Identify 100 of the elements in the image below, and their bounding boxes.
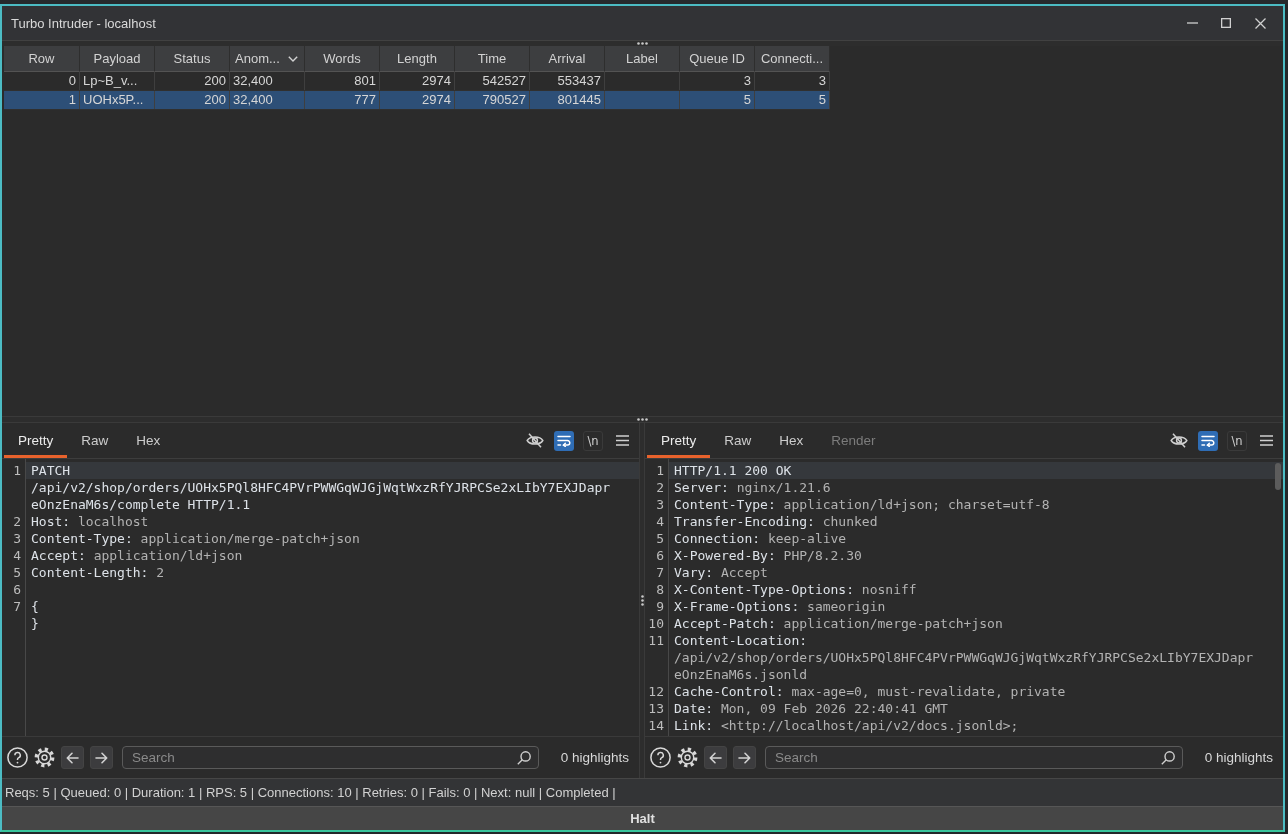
column-header[interactable]: Anom... (230, 46, 305, 72)
line-number: 2 (12, 513, 22, 530)
arrow-left-icon (709, 751, 722, 764)
editor-tab[interactable]: Pretty (4, 423, 68, 458)
column-header[interactable]: Status (155, 46, 230, 72)
search-field[interactable]: Search (122, 746, 539, 769)
table-row[interactable]: 1 UOHx5P... 200 32,400 777 2974 790527 801445 5 5 (4, 91, 830, 110)
halt-button[interactable]: Halt (2, 806, 1283, 830)
wrap-lines-icon (557, 434, 571, 447)
code-line: Vary: Accept (673, 564, 769, 581)
table-cell: 801445 (530, 91, 605, 109)
line-number: 7 (655, 564, 665, 581)
forward-button[interactable] (90, 746, 113, 769)
editor-tab[interactable]: Hex (122, 423, 175, 458)
column-header[interactable]: Queue ID (680, 46, 755, 72)
forward-button[interactable] (733, 746, 756, 769)
table-cell: 790527 (455, 91, 530, 109)
visibility-toggle[interactable] (525, 430, 545, 451)
settings-button[interactable] (34, 747, 55, 768)
wrap-toggle[interactable] (554, 430, 574, 451)
arrow-right-icon (95, 751, 108, 764)
line-number: 8 (655, 581, 665, 598)
code-line: X-Frame-Options: sameorigin (673, 598, 887, 615)
table-cell: 3 (680, 72, 755, 90)
line-number: 5 (655, 530, 665, 547)
eye-slash-icon (526, 433, 544, 448)
back-button[interactable] (61, 746, 84, 769)
code-line: Content-Length: 2 (30, 564, 166, 581)
code-line: Server: nginx/1.21.6 (673, 479, 832, 496)
maximize-icon (1221, 18, 1231, 28)
code-line: X-Content-Type-Options: nosniff (673, 581, 918, 598)
table-cell: 5 (680, 91, 755, 109)
line-number: 14 (647, 717, 665, 734)
table-cell: 1 (4, 91, 80, 109)
menu-icon (1259, 435, 1273, 446)
search-icon (1160, 750, 1175, 765)
back-button[interactable] (704, 746, 727, 769)
newline-toggle[interactable]: \n (583, 430, 603, 451)
line-number: 3 (12, 530, 22, 547)
column-header[interactable]: Payload (80, 46, 155, 72)
wrap-toggle[interactable] (1198, 430, 1218, 451)
line-number: 11 (647, 632, 665, 650)
table-cell: 542527 (455, 72, 530, 90)
search-field[interactable]: Search (765, 746, 1183, 769)
close-icon (1254, 17, 1266, 29)
wrap-lines-icon (1201, 434, 1215, 447)
column-header[interactable]: Connecti... (755, 46, 830, 72)
help-icon (650, 747, 671, 768)
table-cell: 777 (305, 91, 380, 109)
search-icon (516, 750, 531, 765)
code-line: Connection: keep-alive (673, 530, 848, 547)
menu-icon (615, 435, 629, 446)
editor-tab[interactable]: Raw (710, 423, 766, 458)
code-line: Host: localhost (30, 513, 150, 530)
code-line: Transfer-Encoding: chunked (673, 513, 879, 530)
drag-handle-icon[interactable] (637, 42, 648, 45)
gear-icon (677, 747, 698, 768)
code-line: { } (30, 598, 40, 632)
table-cell: 0 (4, 72, 80, 90)
line-number: 6 (12, 581, 22, 598)
editor-tab[interactable]: Pretty (647, 423, 711, 458)
arrow-right-icon (738, 751, 751, 764)
help-button[interactable] (650, 747, 671, 768)
column-header[interactable]: Time (455, 46, 530, 72)
table-cell: UOHx5P... (80, 91, 155, 109)
code-line: Accept: application/ld+json (30, 547, 244, 564)
minimize-icon (1186, 22, 1198, 24)
code-line: Content-Type: application/ld+json; charset=utf-8 (673, 496, 1051, 513)
column-header[interactable]: Arrival (530, 46, 605, 72)
highlight-count: 0 highlights (559, 750, 630, 765)
line-number: 13 (647, 700, 665, 717)
column-header[interactable]: Length (380, 46, 455, 72)
code-line: Accept-Patch: application/merge-patch+json (673, 615, 1004, 632)
table-cell: 32,400 (230, 72, 305, 90)
table-cell: 200 (155, 91, 230, 109)
line-number: 1 (655, 462, 665, 479)
line-number: 2 (655, 479, 665, 496)
line-number: 4 (12, 547, 22, 564)
help-button[interactable] (7, 747, 28, 768)
newline-toggle[interactable]: \n (1227, 430, 1247, 451)
editor-tab[interactable]: Hex (765, 423, 818, 458)
column-header[interactable]: Words (305, 46, 380, 72)
help-icon (7, 747, 28, 768)
visibility-toggle[interactable] (1169, 430, 1189, 451)
table-cell: 553437 (530, 72, 605, 90)
table-cell: 200 (155, 72, 230, 90)
line-number: 5 (12, 564, 22, 581)
table-cell: 32,400 (230, 91, 305, 109)
table-cell: 2974 (380, 72, 455, 90)
gear-icon (34, 747, 55, 768)
editor-tab[interactable]: Raw (67, 423, 123, 458)
eye-slash-icon (1170, 433, 1188, 448)
code-line: X-Powered-By: PHP/8.2.30 (673, 547, 863, 564)
code-line: Cache-Control: max-age=0, must-revalidate, private (673, 683, 1067, 700)
line-number: 9 (655, 598, 665, 615)
scrollbar-thumb[interactable] (1275, 463, 1281, 490)
drag-handle-icon[interactable] (637, 418, 648, 421)
drag-handle-icon[interactable] (640, 595, 644, 606)
column-header[interactable]: Row (4, 46, 80, 72)
settings-button[interactable] (677, 747, 698, 768)
